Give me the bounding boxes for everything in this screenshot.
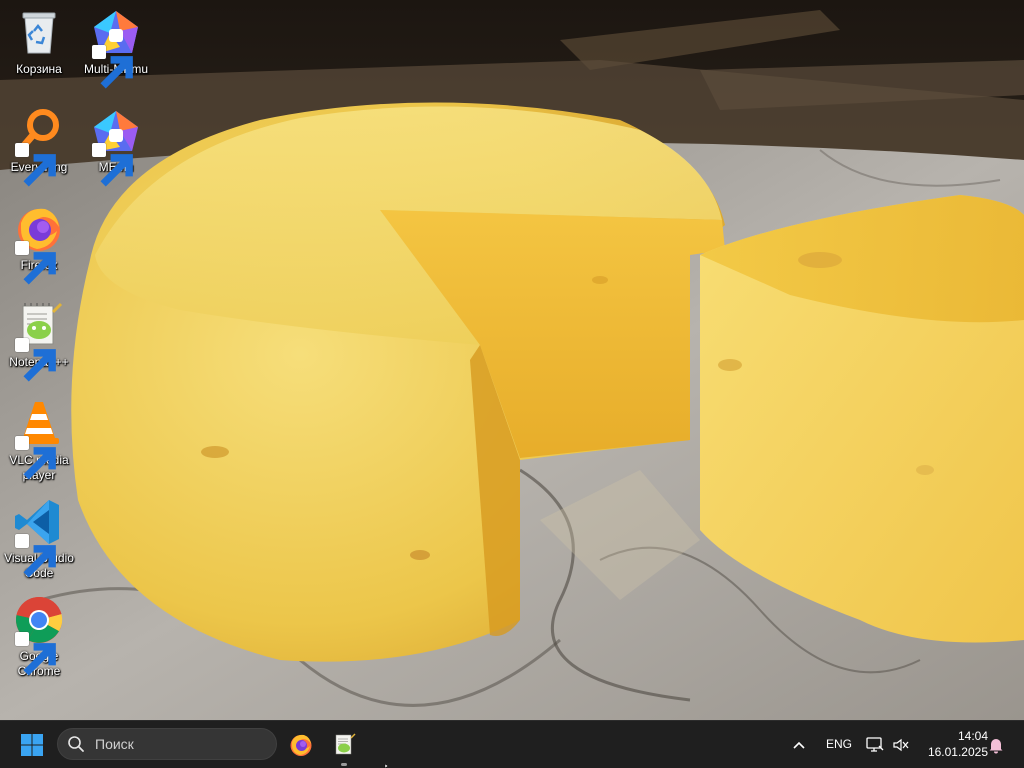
vlc-icon [13,398,65,480]
shortcut-arrow-icon [15,436,56,480]
desktop-icon-recycle-bin[interactable]: Корзина [1,5,77,97]
notepad-plus-plus-icon [335,733,356,755]
taskbar-search[interactable] [57,728,277,760]
taskbar-app-notepad-plus-plus[interactable] [327,728,361,766]
volume-button[interactable] [890,733,912,757]
desktop-icon-label: Корзина [16,62,62,76]
input-language-indicator[interactable]: ENG [820,737,858,751]
shortcut-arrow-icon [15,534,56,578]
firefox-icon [290,734,312,756]
desktop-icon-memu[interactable]: MEmu [78,103,154,195]
recycle-bin-icon [13,7,65,59]
taskbar-app-firefox[interactable] [284,728,318,762]
volume-muted-icon [893,738,909,752]
shortcut-arrow-icon [92,143,133,187]
shortcut-arrow-icon [15,632,56,676]
taskbar: ENG 14:04 16.01.2025 [0,720,1024,768]
everything-search-icon [13,105,65,187]
search-icon [68,736,84,752]
windows-start-icon [21,734,43,756]
desktop-icon-chrome[interactable]: Google Chrome [1,592,77,684]
search-input[interactable] [93,735,267,753]
memu-icon [90,105,142,187]
network-button[interactable] [864,733,886,757]
notifications-button[interactable] [984,733,1008,757]
show-hidden-icons-button[interactable] [786,733,812,757]
running-indicator [341,763,347,766]
desktop-icon-multi-memu[interactable]: Multi-MEmu [78,5,154,97]
clock[interactable]: 14:04 16.01.2025 [918,728,988,760]
shortcut-arrow-icon [15,143,56,187]
start-button[interactable] [16,729,48,761]
chevron-up-icon [793,741,805,749]
bell-icon [989,739,1003,754]
desktop-icon-everything[interactable]: Everything [1,103,77,195]
desktop-icon-vlc[interactable]: VLC media player [1,396,77,488]
vscode-icon [13,496,65,578]
clock-date: 16.01.2025 [927,745,988,759]
desktop-icon-firefox[interactable]: Firefox [1,201,77,293]
firefox-icon [13,203,65,285]
mouse-cursor-icon [384,764,389,768]
shortcut-arrow-icon [92,45,133,89]
network-icon [866,737,884,752]
clock-time: 14:04 [957,729,988,743]
multi-memu-icon [90,7,142,89]
desktop-icon-notepad-plus-plus[interactable]: Notepad++ [1,298,77,390]
notepad-plus-plus-icon [13,300,65,382]
chrome-icon [13,594,65,676]
shortcut-arrow-icon [15,338,56,382]
desktop-icon-vscode[interactable]: Visual Studio Code [1,494,77,586]
shortcut-arrow-icon [15,241,56,285]
